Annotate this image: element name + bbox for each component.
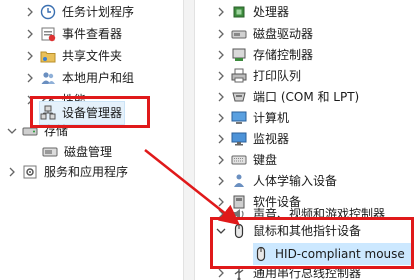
chevron-right-icon[interactable] (215, 112, 227, 124)
mouse-icon (231, 223, 247, 239)
chevron-right-icon[interactable] (24, 28, 36, 40)
device-category-keyboards[interactable]: 键盘 (215, 149, 277, 171)
chevron-right-icon[interactable] (215, 70, 227, 82)
usb-icon (231, 265, 247, 280)
device-category-computer[interactable]: 计算机 (215, 107, 289, 129)
chevron-down-icon[interactable] (215, 225, 227, 237)
port-icon (231, 89, 247, 105)
device-category-hid[interactable]: 人体学输入设备 (215, 170, 337, 192)
tree-item-storage[interactable]: 存储 (6, 120, 68, 142)
chevron-right-icon[interactable] (215, 49, 227, 61)
tree-item-label: 设备管理器 (62, 106, 123, 120)
device-category-label: 打印队列 (253, 69, 302, 83)
left-tree-pane: 任务计划程序 事件查看器 共享文件夹 本地用户和组 性能 设备管理器 存储 磁盘… (0, 0, 183, 280)
processor-icon (231, 4, 247, 20)
printer-icon (231, 68, 247, 84)
hid-icon (231, 173, 247, 189)
device-category-label: 人体学输入设备 (253, 174, 338, 188)
users-icon (40, 70, 56, 86)
chevron-right-icon[interactable] (6, 166, 18, 178)
disk-drive-icon (231, 26, 247, 42)
chevron-down-icon[interactable] (6, 125, 18, 137)
device-category-storage-controllers[interactable]: 存储控制器 (215, 44, 313, 66)
keyboard-icon (231, 152, 247, 168)
chevron-right-icon[interactable] (24, 6, 36, 18)
mouse-icon (253, 246, 269, 262)
chevron-right-icon[interactable] (24, 94, 36, 106)
event-viewer-icon (40, 26, 56, 42)
device-tree-pane: 处理器 磁盘驱动器 存储控制器 打印队列 端口 (COM 和 LPT) 计算机 … (195, 0, 420, 280)
tree-item-local-users-groups[interactable]: 本地用户和组 (24, 67, 134, 89)
disk-management-icon (42, 144, 58, 160)
chevron-right-icon[interactable] (215, 154, 227, 166)
device-category-label: 计算机 (253, 111, 290, 125)
tree-item-label: 任务计划程序 (62, 5, 135, 19)
device-label: HID-compliant mouse (275, 247, 405, 261)
tree-item-task-scheduler[interactable]: 任务计划程序 (24, 1, 134, 23)
chevron-right-icon[interactable] (24, 72, 36, 84)
shared-folder-icon (40, 48, 56, 64)
device-category-label: 监视器 (253, 132, 290, 146)
device-manager-icon (40, 105, 56, 121)
tree-item-label: 共享文件夹 (62, 49, 123, 63)
tree-item-shared-folders[interactable]: 共享文件夹 (24, 45, 122, 67)
tree-item-label: 服务和应用程序 (44, 165, 129, 179)
tree-item-label: 本地用户和组 (62, 71, 135, 85)
device-category-disk-drives[interactable]: 磁盘驱动器 (215, 23, 313, 45)
device-category-label: 存储控制器 (253, 48, 314, 62)
tree-item-label: 存储 (44, 124, 69, 138)
pane-divider[interactable] (183, 0, 195, 280)
chevron-right-icon[interactable] (215, 267, 227, 279)
chevron-right-icon[interactable] (215, 175, 227, 187)
tree-item-label: 事件查看器 (62, 27, 123, 41)
device-category-label: 通用串行总线控制器 (253, 266, 362, 280)
device-category-ports[interactable]: 端口 (COM 和 LPT) (215, 86, 359, 108)
tree-item-disk-management[interactable]: 磁盘管理 (42, 141, 112, 163)
storage-controller-icon (231, 47, 247, 63)
chevron-right-icon[interactable] (215, 6, 227, 18)
device-category-mice[interactable]: 鼠标和其他指针设备 (215, 220, 361, 242)
device-category-label: 键盘 (253, 153, 278, 167)
device-category-label: 磁盘驱动器 (253, 27, 314, 41)
monitor-icon (231, 131, 247, 147)
device-category-processors[interactable]: 处理器 (215, 1, 289, 23)
device-category-label: 端口 (COM 和 LPT) (253, 90, 360, 104)
device-category-label: 鼠标和其他指针设备 (253, 224, 362, 238)
device-category-print-queues[interactable]: 打印队列 (215, 65, 301, 87)
tree-item-label: 磁盘管理 (64, 145, 113, 159)
tree-item-event-viewer[interactable]: 事件查看器 (24, 23, 122, 45)
chevron-right-icon[interactable] (215, 133, 227, 145)
tree-item-services-applications[interactable]: 服务和应用程序 (6, 161, 128, 183)
device-category-usb-controllers[interactable]: 通用串行总线控制器 (215, 262, 361, 280)
services-icon (22, 164, 38, 180)
storage-icon (22, 123, 38, 139)
chevron-right-icon[interactable] (215, 28, 227, 40)
chevron-right-icon[interactable] (215, 91, 227, 103)
chevron-right-icon[interactable] (215, 208, 227, 220)
device-category-label: 处理器 (253, 5, 290, 19)
chevron-right-icon[interactable] (24, 50, 36, 62)
computer-icon (231, 110, 247, 126)
device-category-monitors[interactable]: 监视器 (215, 128, 289, 150)
clock-icon (40, 4, 56, 20)
